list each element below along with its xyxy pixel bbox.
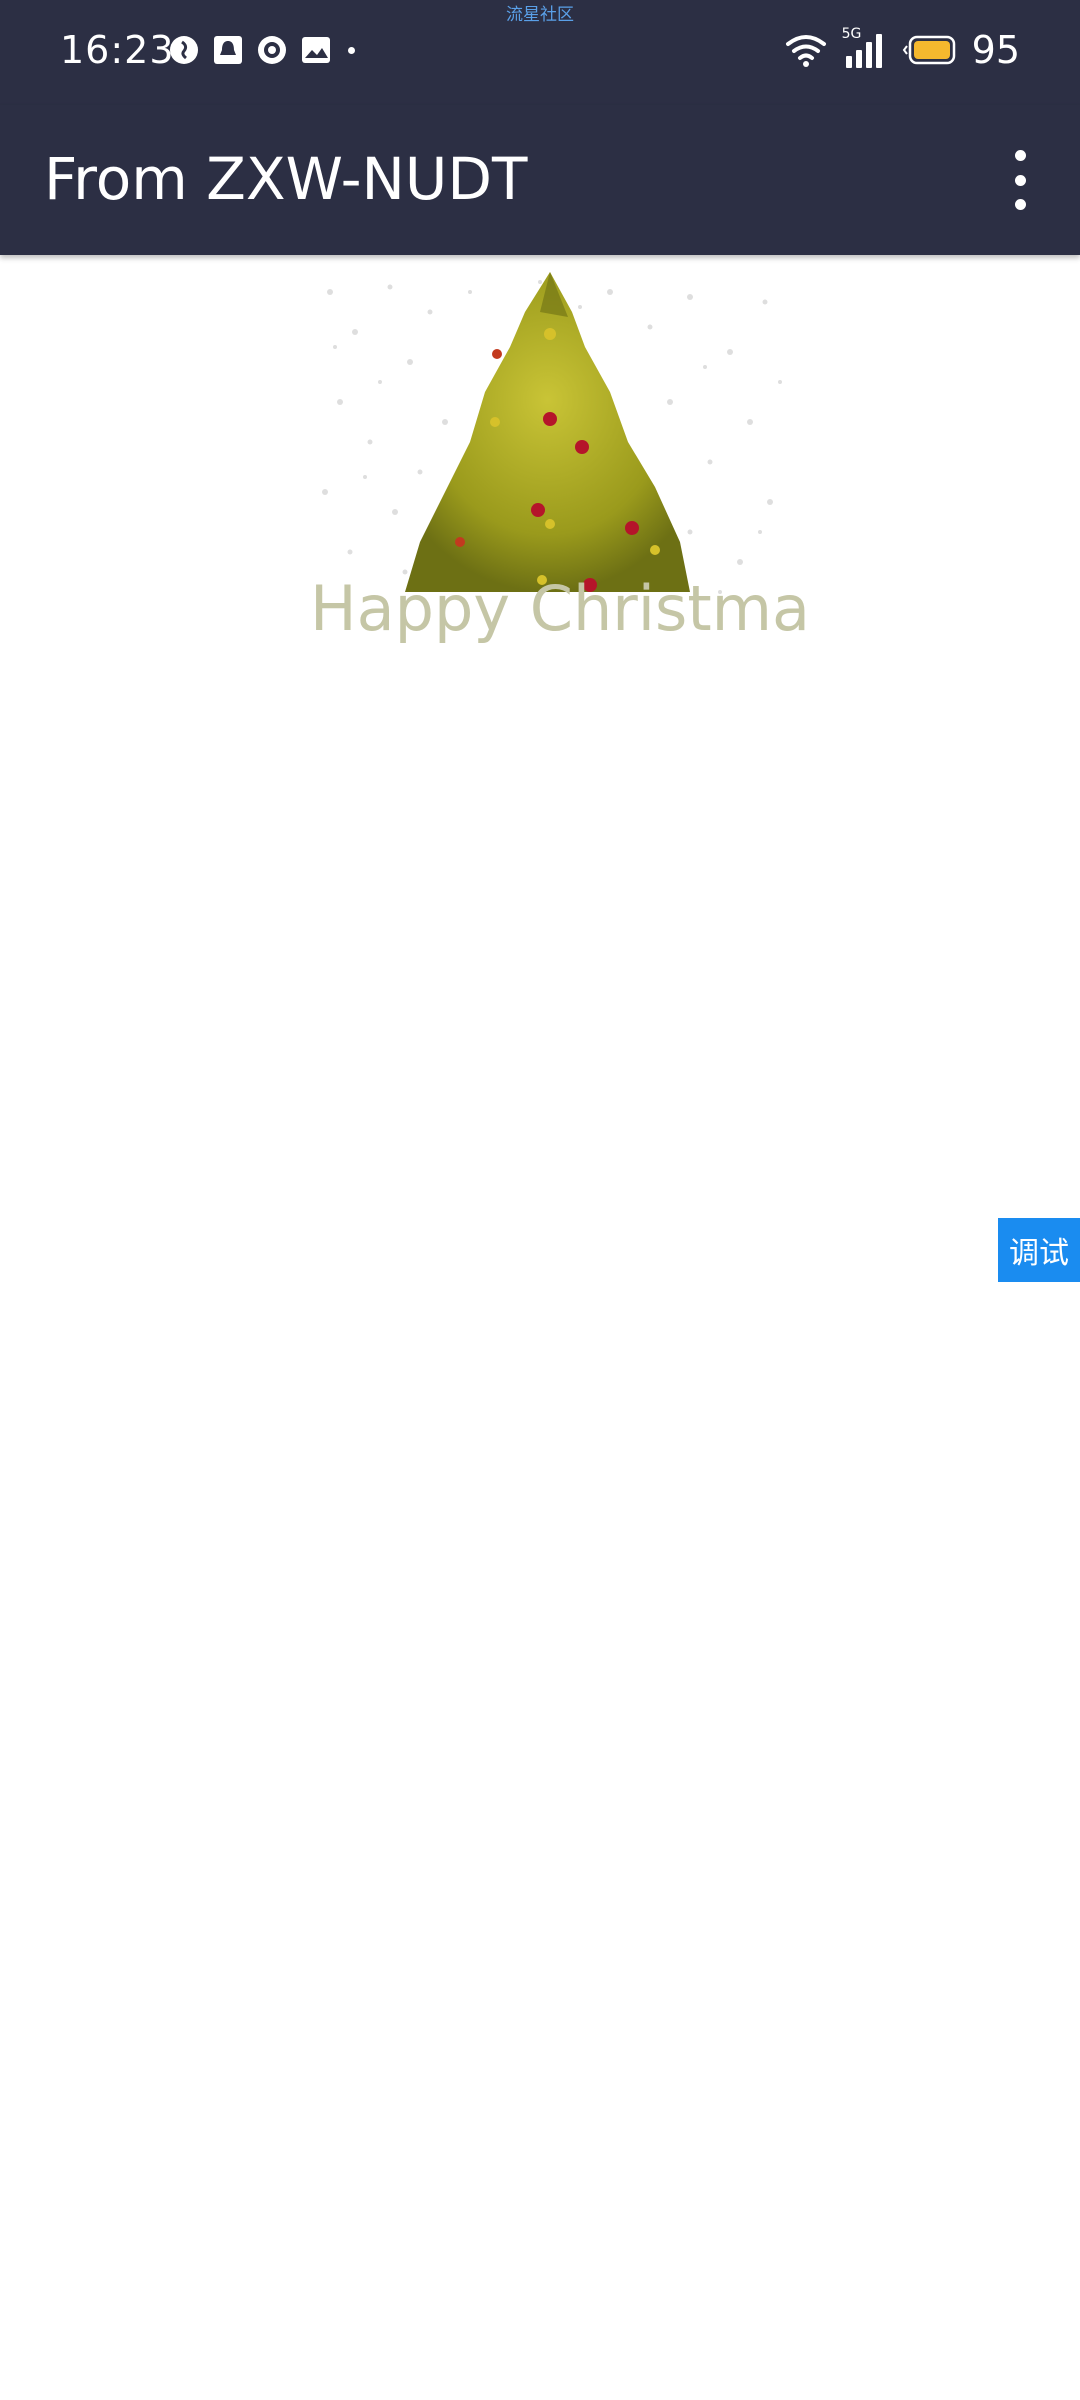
battery-icon [902, 35, 955, 65]
debug-button[interactable]: 调试 [998, 1218, 1080, 1282]
gallery-icon [302, 37, 330, 63]
location-icon [170, 36, 198, 64]
app-title: From ZXW-NUDT [44, 145, 528, 213]
overflow-dot [1014, 150, 1026, 161]
status-center-label: 流星社区 [506, 5, 574, 25]
status-icons-right: 5G 95 [784, 26, 1020, 72]
app-bar: From ZXW-NUDT [0, 105, 1080, 255]
overflow-dot [1014, 174, 1026, 186]
status-time: 16:23 [60, 28, 175, 72]
notification-bell-icon [214, 36, 242, 64]
overflow-menu-button[interactable] [1000, 150, 1040, 210]
christmas-card: Happy Christma [310, 272, 811, 652]
overflow-dot [1014, 199, 1026, 210]
record-icon [258, 36, 286, 64]
status-bar: 流星社区 16:23 5G 95 [0, 0, 1080, 105]
status-icons-left [168, 34, 355, 66]
wifi-icon [785, 35, 826, 67]
card-caption: Happy Christma [310, 572, 811, 645]
signal-icon: 5G [842, 26, 888, 70]
battery-level: 95 [971, 28, 1020, 72]
more-notifications-dot [348, 46, 355, 54]
